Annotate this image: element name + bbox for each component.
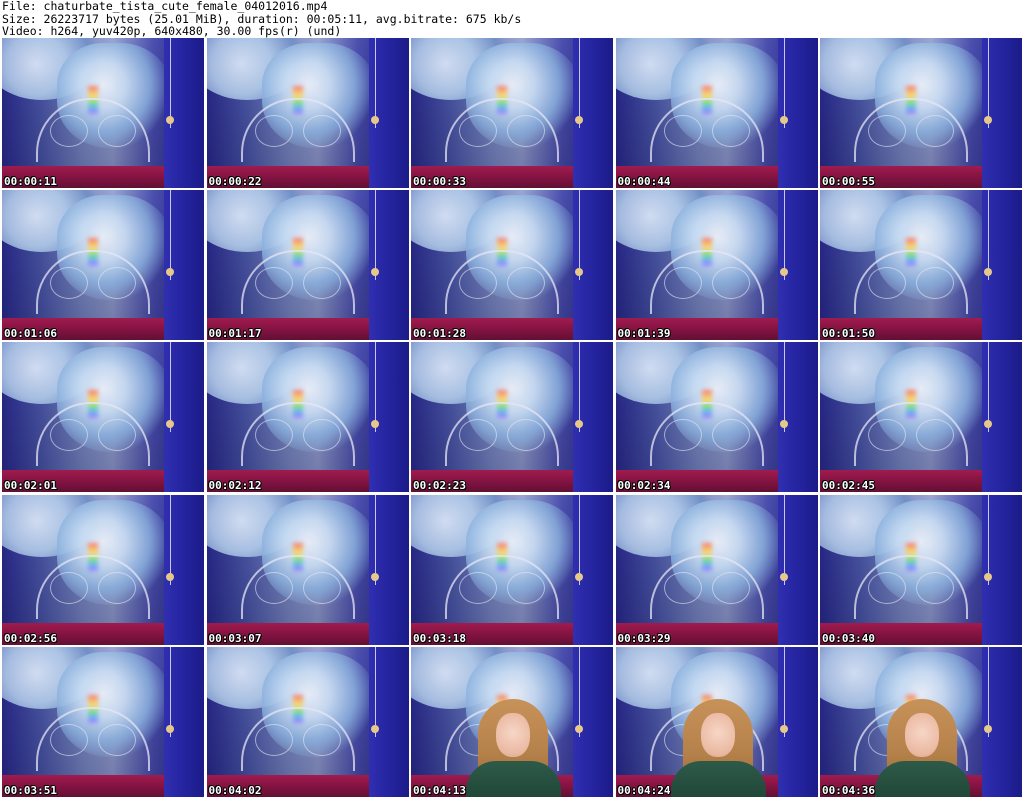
thumbnail-frame: 00:01:06 xyxy=(2,190,204,341)
video-info-line: Video: h264, yuv420p, 640x480, 30.00 fps… xyxy=(2,24,342,38)
thumbnail-frame: 00:00:22 xyxy=(206,38,409,188)
thumbnail-frame: 00:02:12 xyxy=(206,342,409,493)
file-info-header: File: chaturbate_tista_cute_female_04012… xyxy=(2,0,521,38)
person-figure xyxy=(466,698,561,797)
thumbnail-frame: 00:04:24 xyxy=(615,646,818,797)
frame-timestamp: 00:01:17 xyxy=(208,327,262,341)
frame-curtain xyxy=(164,494,204,645)
frame-curtain xyxy=(368,190,409,341)
frame-curtain xyxy=(164,646,204,797)
frame-timestamp: 00:03:29 xyxy=(617,631,671,645)
frame-timestamp: 00:03:07 xyxy=(208,631,262,645)
frame-timestamp: 00:03:51 xyxy=(4,783,57,797)
thumbnail-frame: 00:01:17 xyxy=(206,190,409,341)
thumbnail-frame: 00:03:07 xyxy=(206,494,409,645)
thumbnail-frame: 00:02:45 xyxy=(820,342,1022,493)
person-figure xyxy=(875,698,970,797)
frame-curtain xyxy=(368,38,409,188)
thumbnail-frame: 00:04:02 xyxy=(206,646,409,797)
thumbnail-frame: 00:03:18 xyxy=(411,494,613,645)
person-face xyxy=(905,712,939,757)
frame-timestamp: 00:02:01 xyxy=(4,479,57,493)
person-sweater xyxy=(875,760,970,797)
thumbnail-frame: 00:03:29 xyxy=(615,494,818,645)
frame-curtain xyxy=(368,494,409,645)
thumbnail-frame: 00:01:39 xyxy=(615,190,818,341)
person-sweater xyxy=(466,760,561,797)
person-face xyxy=(700,712,735,757)
frame-timestamp: 00:02:12 xyxy=(208,479,262,493)
frame-timestamp: 00:04:24 xyxy=(617,783,671,797)
thumbnail-frame: 00:01:28 xyxy=(411,190,613,341)
frame-curtain xyxy=(164,38,204,188)
thumbnail-frame: 00:00:11 xyxy=(2,38,204,188)
frame-timestamp: 00:00:33 xyxy=(413,175,466,188)
thumbnail-frame: 00:01:50 xyxy=(820,190,1022,341)
frame-timestamp: 00:00:55 xyxy=(822,175,875,188)
thumbnail-frame: 00:04:13 xyxy=(411,646,613,797)
frame-curtain xyxy=(573,38,613,188)
frame-timestamp: 00:02:23 xyxy=(413,479,466,493)
thumbnail-grid: 00:00:11 00:00:22 00:00:33 00:00:44 00:00:55… xyxy=(0,38,1024,799)
frame-timestamp: 00:01:39 xyxy=(617,327,671,341)
thumbnail-frame: 00:03:51 xyxy=(2,646,204,797)
thumbnail-frame: 00:04:36 xyxy=(820,646,1022,797)
frame-timestamp: 00:03:40 xyxy=(822,631,875,645)
frame-curtain xyxy=(777,646,818,797)
frame-timestamp: 00:01:28 xyxy=(413,327,466,341)
thumbnail-frame: 00:00:44 xyxy=(615,38,818,188)
person-face xyxy=(496,712,530,757)
thumbnail-frame: 00:02:56 xyxy=(2,494,204,645)
frame-curtain xyxy=(573,342,613,493)
frame-curtain xyxy=(982,494,1022,645)
frame-timestamp: 00:04:36 xyxy=(822,783,875,797)
frame-timestamp: 00:00:44 xyxy=(617,175,671,188)
thumbnail-frame: 00:00:55 xyxy=(820,38,1022,188)
frame-timestamp: 00:00:11 xyxy=(4,175,57,188)
thumbnail-frame: 00:02:23 xyxy=(411,342,613,493)
frame-curtain xyxy=(777,494,818,645)
person-sweater xyxy=(670,760,766,797)
thumbnail-frame: 00:02:34 xyxy=(615,342,818,493)
frame-timestamp: 00:02:34 xyxy=(617,479,671,493)
frame-curtain xyxy=(982,646,1022,797)
file-name-line: File: chaturbate_tista_cute_female_04012… xyxy=(2,0,328,13)
thumbnail-frame: 00:02:01 xyxy=(2,342,204,493)
frame-curtain xyxy=(573,494,613,645)
frame-curtain xyxy=(777,190,818,341)
frame-timestamp: 00:01:50 xyxy=(822,327,875,341)
person-figure xyxy=(670,698,766,797)
frame-curtain xyxy=(777,38,818,188)
frame-curtain xyxy=(573,646,613,797)
frame-timestamp: 00:04:02 xyxy=(208,783,262,797)
thumbnail-frame: 00:00:33 xyxy=(411,38,613,188)
frame-curtain xyxy=(368,342,409,493)
frame-curtain xyxy=(368,646,409,797)
frame-timestamp: 00:02:56 xyxy=(4,631,57,645)
frame-timestamp: 00:00:22 xyxy=(208,175,262,188)
frame-curtain xyxy=(164,190,204,341)
frame-timestamp: 00:02:45 xyxy=(822,479,875,493)
frame-curtain xyxy=(573,190,613,341)
frame-timestamp: 00:04:13 xyxy=(413,783,466,797)
frame-timestamp: 00:01:06 xyxy=(4,327,57,341)
frame-curtain xyxy=(982,38,1022,188)
frame-curtain xyxy=(164,342,204,493)
frame-curtain xyxy=(982,190,1022,341)
frame-timestamp: 00:03:18 xyxy=(413,631,466,645)
frame-curtain xyxy=(982,342,1022,493)
thumbnail-frame: 00:03:40 xyxy=(820,494,1022,645)
frame-curtain xyxy=(777,342,818,493)
